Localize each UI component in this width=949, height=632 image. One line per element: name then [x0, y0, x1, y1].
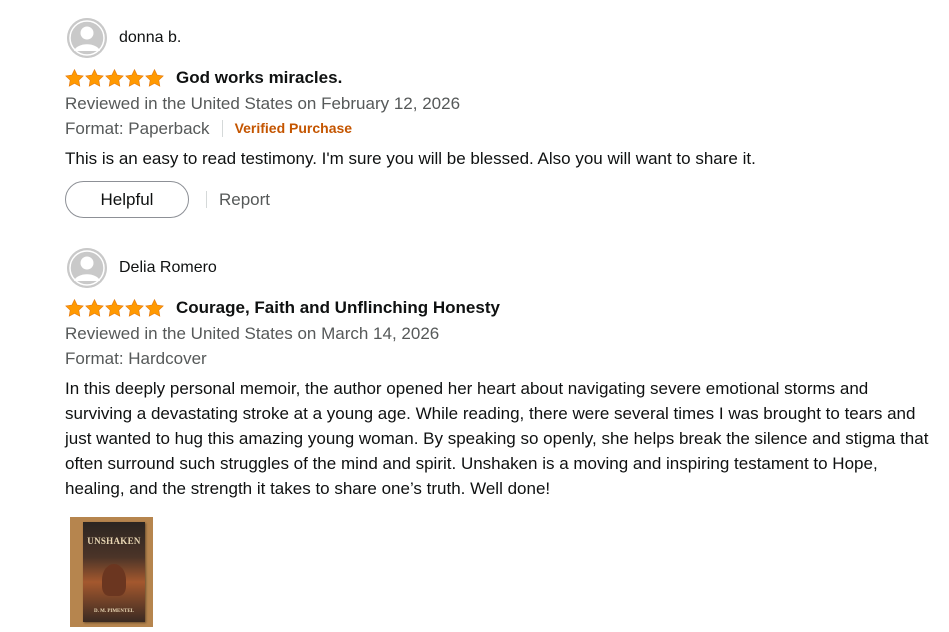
reviewer-name[interactable]: donna b.: [119, 29, 181, 47]
rating-title-row: Courage, Faith and Unflinching Honesty: [65, 295, 929, 321]
star-icon: [145, 299, 164, 317]
review-title[interactable]: God works miracles.: [176, 68, 342, 88]
review-body: In this deeply personal memoir, the auth…: [65, 379, 929, 498]
verified-purchase-badge: Verified Purchase: [234, 120, 353, 136]
review-body: This is an easy to read testimony. I'm s…: [65, 149, 756, 168]
avatar[interactable]: [67, 18, 107, 58]
review-date: Reviewed in the United States on March 1…: [65, 324, 440, 343]
book-cover-figure: [102, 564, 126, 596]
review-actions: Helpful Report: [65, 181, 929, 218]
divider: [221, 120, 223, 137]
star-icon: [85, 299, 104, 317]
book-cover-author: D. M. PIMENTEL: [94, 609, 134, 614]
report-link[interactable]: Report: [219, 190, 270, 210]
review-title[interactable]: Courage, Faith and Unflinching Honesty: [176, 298, 500, 318]
star-icon: [85, 69, 104, 87]
star-icon: [105, 69, 124, 87]
star-icon: [145, 69, 164, 87]
format-link[interactable]: Format: Paperback: [65, 116, 210, 141]
rating-title-row: God works miracles.: [65, 65, 929, 91]
avatar[interactable]: [67, 248, 107, 288]
star-rating[interactable]: [65, 69, 164, 87]
reviewer-name[interactable]: Delia Romero: [119, 259, 217, 277]
star-icon: [125, 69, 144, 87]
divider: [206, 191, 207, 208]
format-row: Format: Hardcover: [65, 346, 929, 371]
book-cover-image: UNSHAKEN D. M. PIMENTEL: [83, 522, 145, 622]
review-image-thumbnail[interactable]: UNSHAKEN D. M. PIMENTEL: [70, 517, 153, 627]
star-icon: [105, 299, 124, 317]
review-date: Reviewed in the United States on Februar…: [65, 94, 461, 113]
book-cover-title: UNSHAKEN: [87, 536, 141, 546]
default-user-avatar-icon: [67, 18, 107, 58]
format-row: Format: Paperback Verified Purchase: [65, 116, 929, 141]
review-card: Delia Romero Courage, Faith and Unflinch…: [65, 248, 929, 627]
format-link[interactable]: Format: Hardcover: [65, 346, 207, 371]
star-rating[interactable]: [65, 299, 164, 317]
reviewer-profile[interactable]: Delia Romero: [65, 248, 929, 288]
star-icon: [65, 299, 84, 317]
star-icon: [125, 299, 144, 317]
star-icon: [65, 69, 84, 87]
review-card: donna b. God works miracles. Reviewed in…: [65, 18, 929, 218]
reviewer-profile[interactable]: donna b.: [65, 18, 929, 58]
helpful-button[interactable]: Helpful: [65, 181, 189, 218]
default-user-avatar-icon: [67, 248, 107, 288]
